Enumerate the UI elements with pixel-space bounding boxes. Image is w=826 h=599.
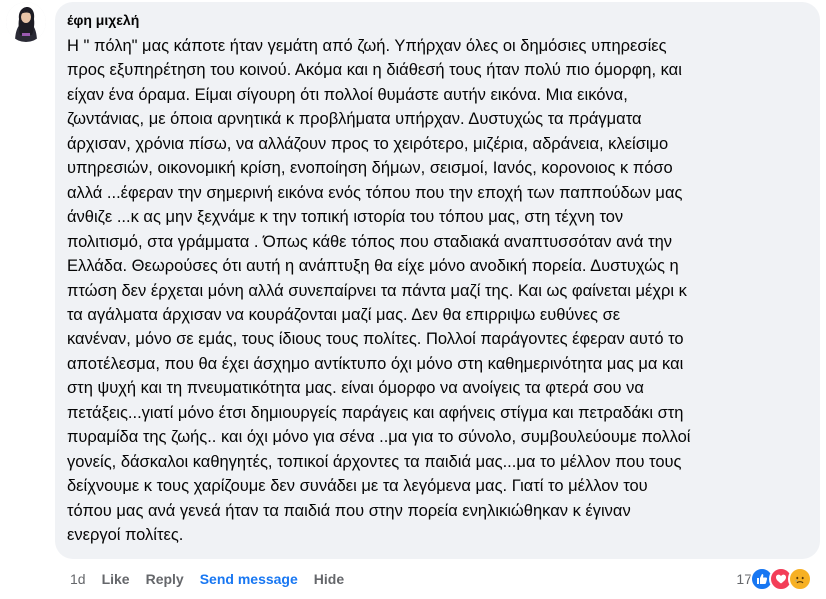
comment-timestamp[interactable]: 1d <box>70 569 86 589</box>
like-button[interactable]: Like <box>102 569 130 589</box>
comment-text: Η " πόλη" μας κάποτε ήταν γεμάτη από ζωή… <box>67 37 691 545</box>
comment-author[interactable]: έφη μιχελή <box>67 9 810 29</box>
avatar[interactable] <box>6 2 46 42</box>
reply-button[interactable]: Reply <box>146 569 184 589</box>
comment-bubble: έφη μιχελή Η " πόλη" μας κάποτε ήταν γεμ… <box>55 2 820 559</box>
reactions-summary[interactable]: 17 <box>736 567 812 591</box>
avatar-image <box>6 2 46 42</box>
comment-actions: 1d Like Reply Send message Hide <box>70 569 360 589</box>
comment-thread: έφη μιχελή Η " πόλη" μας κάποτε ήταν γεμ… <box>0 0 826 599</box>
sad-icon <box>788 567 812 591</box>
send-message-button[interactable]: Send message <box>200 569 298 589</box>
hide-button[interactable]: Hide <box>314 569 344 589</box>
